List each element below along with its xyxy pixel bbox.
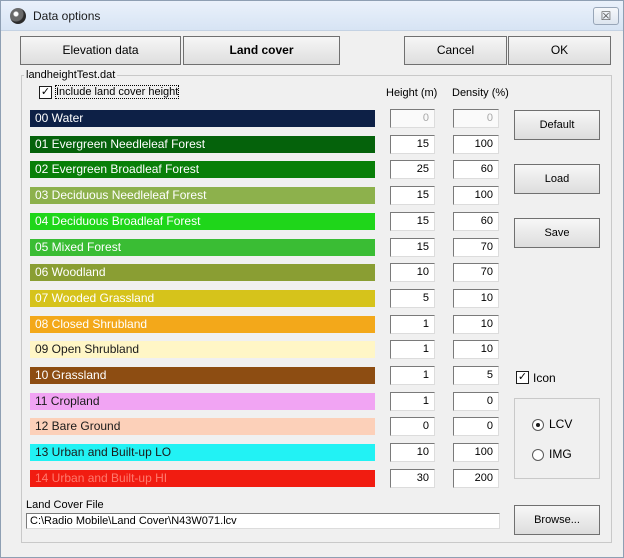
density-input[interactable]: 60: [453, 212, 499, 231]
land-cover-class-label[interactable]: 12 Bare Ground: [30, 418, 375, 435]
ok-button[interactable]: OK: [508, 36, 611, 65]
height-input[interactable]: 15: [390, 135, 435, 154]
density-input[interactable]: 0: [453, 392, 499, 411]
format-radio-group: [514, 398, 600, 479]
density-input[interactable]: 60: [453, 160, 499, 179]
land-cover-class-label[interactable]: 00 Water: [30, 110, 375, 127]
density-input[interactable]: 100: [453, 186, 499, 205]
land-cover-tab[interactable]: Land cover: [183, 36, 340, 65]
include-height-label[interactable]: Include land cover height: [54, 85, 180, 99]
density-input[interactable]: 200: [453, 469, 499, 488]
height-input[interactable]: 15: [390, 238, 435, 257]
elevation-data-tab[interactable]: Elevation data: [20, 36, 181, 65]
img-label[interactable]: IMG: [549, 447, 572, 461]
land-cover-class-label[interactable]: 14 Urban and Built-up HI: [30, 470, 375, 487]
default-button[interactable]: Default: [514, 110, 600, 140]
height-input[interactable]: 30: [390, 469, 435, 488]
height-input[interactable]: 1: [390, 340, 435, 359]
group-label: landheightTest.dat: [24, 69, 118, 81]
land-cover-class-label[interactable]: 03 Deciduous Needleleaf Forest: [30, 187, 375, 204]
density-input[interactable]: 0: [453, 109, 499, 128]
land-cover-class-label[interactable]: 09 Open Shrubland: [30, 341, 375, 358]
land-cover-file-label: Land Cover File: [26, 499, 104, 511]
height-input[interactable]: 0: [390, 109, 435, 128]
density-input[interactable]: 100: [453, 443, 499, 462]
height-input[interactable]: 5: [390, 289, 435, 308]
density-input[interactable]: 100: [453, 135, 499, 154]
height-input[interactable]: 1: [390, 315, 435, 334]
lcv-label[interactable]: LCV: [549, 417, 572, 431]
height-input[interactable]: 1: [390, 392, 435, 411]
density-input[interactable]: 10: [453, 289, 499, 308]
icon-checkbox[interactable]: ✓: [516, 371, 529, 384]
density-header: Density (%): [452, 87, 509, 99]
land-cover-class-label[interactable]: 05 Mixed Forest: [30, 239, 375, 256]
height-input[interactable]: 15: [390, 212, 435, 231]
height-header: Height (m): [386, 87, 438, 99]
load-button[interactable]: Load: [514, 164, 600, 194]
height-input[interactable]: 25: [390, 160, 435, 179]
height-input[interactable]: 1: [390, 366, 435, 385]
land-cover-class-label[interactable]: 04 Deciduous Broadleaf Forest: [30, 213, 375, 230]
land-cover-class-label[interactable]: 08 Closed Shrubland: [30, 316, 375, 333]
density-input[interactable]: 10: [453, 315, 499, 334]
include-height-checkbox[interactable]: ✓: [39, 86, 52, 99]
density-input[interactable]: 0: [453, 417, 499, 436]
img-radio[interactable]: [532, 449, 544, 461]
height-input[interactable]: 15: [390, 186, 435, 205]
save-button[interactable]: Save: [514, 218, 600, 248]
height-input[interactable]: 10: [390, 263, 435, 282]
icon-label[interactable]: Icon: [533, 371, 556, 385]
title-bar: Data options ☒: [1, 1, 623, 31]
land-cover-class-label[interactable]: 11 Cropland: [30, 393, 375, 410]
data-options-window: Data options ☒ Elevation data Land cover…: [0, 0, 624, 558]
density-input[interactable]: 5: [453, 366, 499, 385]
browse-button[interactable]: Browse...: [514, 505, 600, 535]
land-cover-class-label[interactable]: 01 Evergreen Needleleaf Forest: [30, 136, 375, 153]
density-input[interactable]: 70: [453, 263, 499, 282]
app-icon: [10, 8, 26, 24]
density-input[interactable]: 10: [453, 340, 499, 359]
land-cover-class-label[interactable]: 07 Wooded Grassland: [30, 290, 375, 307]
lcv-radio[interactable]: [532, 419, 544, 431]
close-button[interactable]: ☒: [593, 7, 619, 25]
land-cover-file-input[interactable]: C:\Radio Mobile\Land Cover\N43W071.lcv: [26, 513, 500, 529]
land-cover-class-label[interactable]: 02 Evergreen Broadleaf Forest: [30, 161, 375, 178]
density-input[interactable]: 70: [453, 238, 499, 257]
land-cover-class-label[interactable]: 10 Grassland: [30, 367, 375, 384]
land-cover-class-label[interactable]: 13 Urban and Built-up LO: [30, 444, 375, 461]
window-title: Data options: [33, 9, 101, 23]
land-cover-class-label[interactable]: 06 Woodland: [30, 264, 375, 281]
height-input[interactable]: 0: [390, 417, 435, 436]
height-input[interactable]: 10: [390, 443, 435, 462]
cancel-button[interactable]: Cancel: [404, 36, 507, 65]
